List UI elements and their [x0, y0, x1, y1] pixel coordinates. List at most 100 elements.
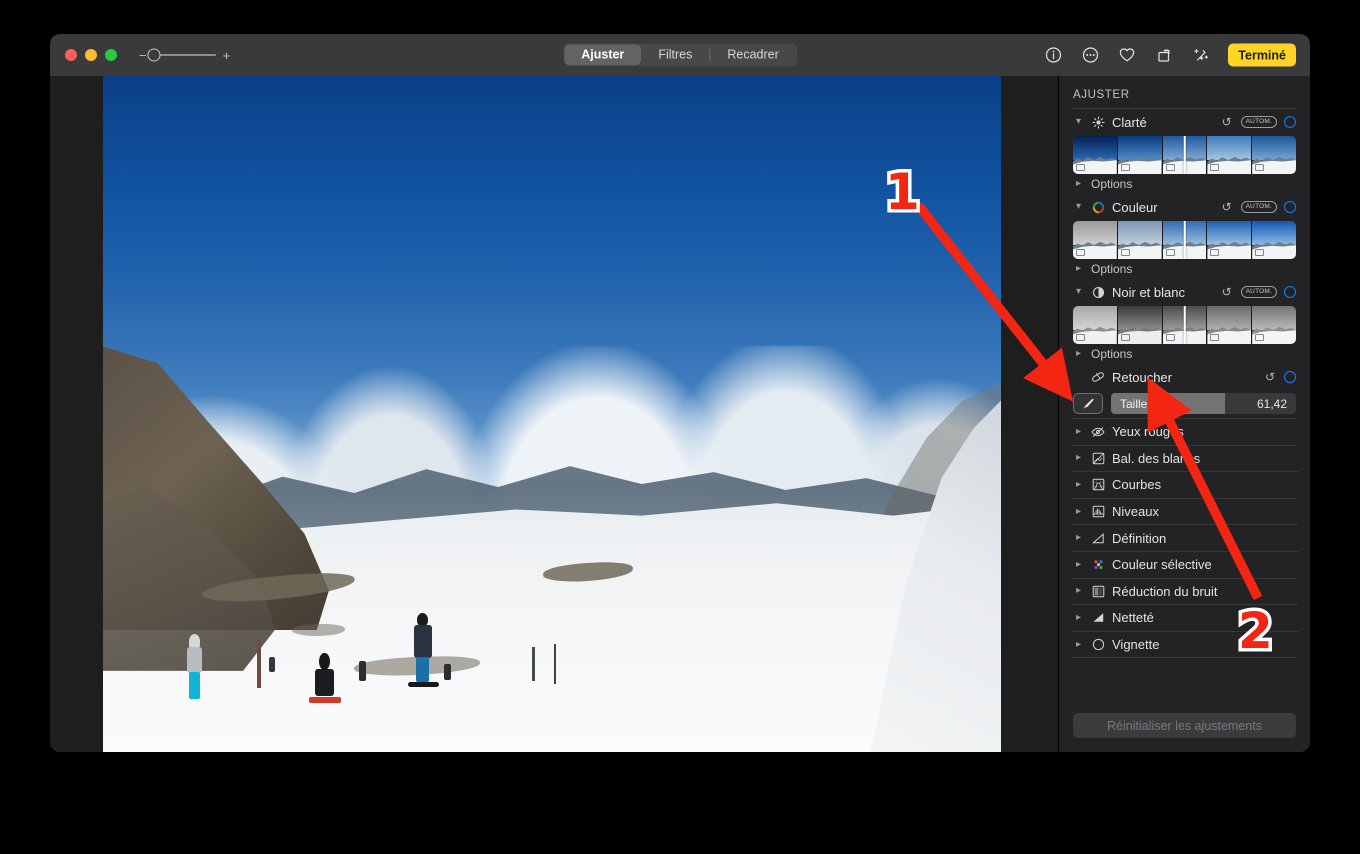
noir-et-blanc-thumbnail[interactable]: [1116, 306, 1162, 344]
zoom-slider-knob[interactable]: [147, 48, 161, 62]
toggle-couleur-knob[interactable]: [1284, 201, 1296, 213]
clarte-thumbnail[interactable]: [1251, 136, 1296, 174]
chevron-down-icon[interactable]: ▾: [1073, 202, 1084, 212]
noir-et-blanc-thumbnail[interactable]: [1206, 306, 1252, 344]
chevron-right-icon[interactable]: ▸: [1073, 506, 1084, 517]
sidebar-item-couleur-selective[interactable]: ▸ Couleur sélective: [1071, 550, 1298, 578]
sidebar-item-niveaux[interactable]: ▸ Niveaux: [1071, 497, 1298, 525]
zoom-slider-control[interactable]: − +: [139, 48, 231, 62]
photos-editor-window: − + Ajuster Filtres Recadrer Terminé AJU…: [50, 34, 1310, 752]
reset-adjustments-button[interactable]: Réinitialiser les ajustements: [1073, 713, 1296, 738]
rotate-icon[interactable]: [1154, 45, 1174, 65]
group-label: Clarté: [1112, 114, 1147, 130]
chevron-right-icon[interactable]: ▸: [1073, 426, 1084, 437]
couleur-thumbnail[interactable]: [1206, 221, 1252, 259]
photo-image[interactable]: [103, 76, 1001, 752]
item-label: Yeux rouges: [1112, 424, 1184, 440]
close-window-button[interactable]: [65, 49, 77, 61]
group-couleur-header[interactable]: ▾ Couleur ↺ AUTOM.: [1071, 194, 1298, 220]
sidebar-item-bal-des-blancs[interactable]: ▸ Bal. des blancs: [1071, 444, 1298, 472]
toggle-retoucher-knob[interactable]: [1284, 371, 1296, 383]
clarte-thumbnail[interactable]: [1073, 136, 1117, 174]
couleur-thumbnail[interactable]: [1073, 221, 1117, 259]
distant-figure: [269, 657, 276, 673]
auto-clarte-badge[interactable]: AUTOM.: [1240, 115, 1277, 129]
noir-et-blanc-thumbnail[interactable]: [1251, 306, 1296, 344]
auto-noir-et-blanc-badge[interactable]: AUTOM.: [1240, 285, 1277, 299]
reset-clarte-icon[interactable]: ↺: [1220, 116, 1234, 128]
noir-et-blanc-options-row[interactable]: ▸ Options: [1071, 344, 1298, 364]
definition-icon: [1091, 531, 1105, 545]
item-label: Bal. des blancs: [1112, 450, 1201, 466]
pole-marker: [532, 647, 535, 682]
noir-et-blanc-strip-cursor[interactable]: [1183, 306, 1186, 344]
done-button[interactable]: Terminé: [1228, 43, 1296, 67]
selective-color-icon: [1091, 558, 1105, 572]
adjustments-sidebar: AJUSTER ▾ Clarté ↺ AUTOM. ▸ Options ▾ Co…: [1058, 76, 1310, 752]
clarte-strip-cursor[interactable]: [1183, 136, 1186, 174]
toggle-clarte-knob[interactable]: [1284, 116, 1296, 128]
clarte-options-row[interactable]: ▸ Options: [1071, 174, 1298, 194]
chevron-right-icon[interactable]: ▸: [1073, 264, 1084, 274]
group-retoucher-header[interactable]: Retoucher ↺: [1071, 364, 1298, 390]
couleur-strip-cursor[interactable]: [1183, 221, 1186, 259]
noir-et-blanc-preview-strip[interactable]: [1073, 306, 1296, 344]
couleur-thumbnail[interactable]: [1251, 221, 1296, 259]
noir-et-blanc-thumbnail[interactable]: [1073, 306, 1117, 344]
clarte-preview-strip[interactable]: [1073, 136, 1296, 174]
reset-noir-et-blanc-icon[interactable]: ↺: [1220, 286, 1234, 298]
zoom-in-icon[interactable]: +: [223, 49, 231, 62]
group-clarte-header[interactable]: ▾ Clarté ↺ AUTOM.: [1071, 109, 1298, 135]
minimize-window-button[interactable]: [85, 49, 97, 61]
zoom-out-icon[interactable]: −: [139, 49, 147, 62]
sidebar-item-courbes[interactable]: ▸ Courbes: [1071, 471, 1298, 498]
tab-recadrer[interactable]: Recadrer: [710, 45, 795, 66]
enhance-wand-icon[interactable]: [1191, 45, 1211, 65]
retoucher-brush-tool-button[interactable]: [1073, 393, 1103, 414]
photo-canvas-area: [50, 76, 1058, 752]
chevron-right-icon[interactable]: ▸: [1073, 479, 1084, 490]
snowboarder-figure: [407, 613, 440, 688]
zoom-slider-track[interactable]: [147, 48, 216, 62]
chevron-down-icon[interactable]: ▾: [1073, 287, 1084, 297]
chevron-right-icon[interactable]: ▸: [1073, 453, 1084, 463]
window-titlebar: − + Ajuster Filtres Recadrer Terminé: [50, 34, 1310, 76]
chevron-right-icon[interactable]: ▸: [1073, 612, 1084, 623]
chevron-right-icon[interactable]: ▸: [1073, 639, 1084, 650]
toolbar-right-actions: Terminé: [1043, 43, 1296, 67]
info-icon[interactable]: [1043, 45, 1063, 65]
chevron-down-icon[interactable]: ▾: [1073, 117, 1084, 127]
chevron-right-icon[interactable]: ▸: [1073, 179, 1084, 189]
curves-icon: [1091, 478, 1105, 492]
auto-couleur-badge[interactable]: AUTOM.: [1240, 200, 1277, 214]
chevron-right-icon[interactable]: ▸: [1073, 349, 1084, 359]
reset-couleur-icon[interactable]: ↺: [1220, 201, 1234, 213]
couleur-options-row[interactable]: ▸ Options: [1071, 259, 1298, 279]
slider-label: Taille: [1120, 396, 1148, 411]
sidebar-item-reduction-du-bruit[interactable]: ▸ Réduction du bruit: [1071, 577, 1298, 605]
black-white-contrast-icon: [1091, 285, 1105, 299]
sidebar-item-yeux-rouges[interactable]: ▸ Yeux rouges: [1071, 418, 1298, 445]
reset-retoucher-icon[interactable]: ↺: [1263, 371, 1277, 383]
more-options-icon[interactable]: [1080, 45, 1100, 65]
clarte-thumbnail[interactable]: [1116, 136, 1162, 174]
chevron-right-icon[interactable]: ▸: [1073, 586, 1084, 596]
chevron-right-icon[interactable]: ▸: [1073, 533, 1084, 543]
maximize-window-button[interactable]: [105, 49, 117, 61]
retoucher-size-slider[interactable]: Taille 61,42: [1111, 393, 1296, 414]
toggle-noir-et-blanc-knob[interactable]: [1284, 286, 1296, 298]
tab-ajuster[interactable]: Ajuster: [564, 44, 642, 66]
chevron-right-icon[interactable]: ▸: [1073, 559, 1084, 570]
sidebar-item-nettete[interactable]: ▸ Netteté: [1071, 604, 1298, 631]
favorite-heart-icon[interactable]: [1117, 45, 1137, 65]
clarte-thumbnail[interactable]: [1206, 136, 1252, 174]
distant-figure: [358, 660, 367, 681]
group-label: Couleur: [1112, 199, 1158, 215]
tab-filtres[interactable]: Filtres: [641, 45, 709, 66]
couleur-thumbnail[interactable]: [1116, 221, 1162, 259]
couleur-preview-strip[interactable]: [1073, 221, 1296, 259]
group-noir-et-blanc-header[interactable]: ▾ Noir et blanc ↺ AUTOM.: [1071, 279, 1298, 305]
edit-mode-segmented-control: Ajuster Filtres Recadrer: [563, 43, 797, 67]
sidebar-item-vignette[interactable]: ▸ Vignette: [1071, 630, 1298, 658]
sidebar-item-definition[interactable]: ▸ Définition: [1071, 524, 1298, 551]
